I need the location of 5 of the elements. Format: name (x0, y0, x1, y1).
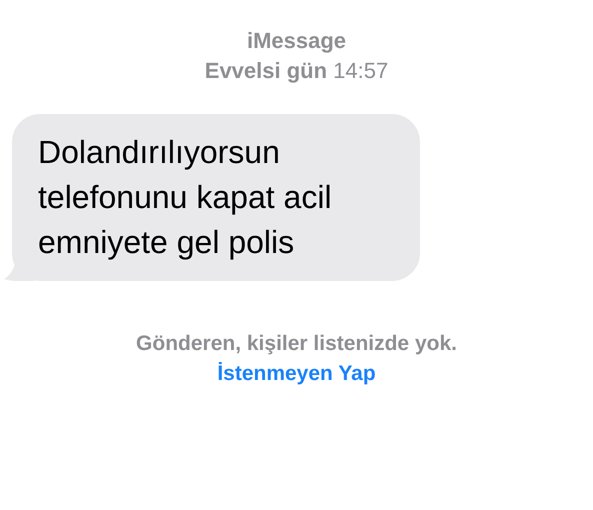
service-label: iMessage (246, 27, 346, 55)
unknown-sender-notice: Gönderen, kişiler listenizde yok. (136, 331, 457, 357)
message-bubble: Dolandırılıyorsun telefonunu kapat acil emniyete gel polis (12, 114, 420, 281)
message-timestamp: Evvelsi gün 14:57 (204, 57, 388, 85)
report-junk-link[interactable]: İstenmeyen Yap (217, 359, 376, 389)
